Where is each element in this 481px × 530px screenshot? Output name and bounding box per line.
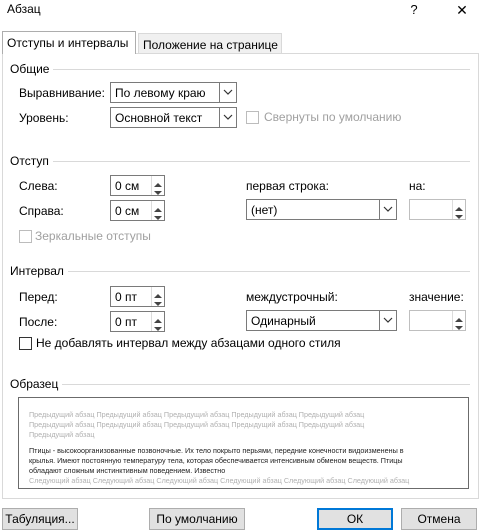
spacing-after-spinner[interactable]: 0 пт [110,311,165,332]
indent-right-value: 0 см [115,204,140,218]
level-select[interactable]: Основной текст [110,107,237,128]
first-line-select[interactable]: (нет) [246,199,397,220]
preview-sample-line: крылья. Имеют постоянную температуру тел… [29,456,403,465]
spin-down-icon[interactable] [453,320,465,330]
preview-next-line: Следующий абзац Следующий абзац Следующи… [29,476,410,485]
preview-box: Предыдущий абзац Предыдущий абзац Предыд… [18,397,469,489]
spin-down-icon[interactable] [152,296,164,306]
indent-right-label: Справа: [19,204,64,218]
set-default-button[interactable]: По умолчанию [149,508,245,530]
indent-left-label: Слева: [19,179,58,193]
preview-sample-line: обладают сложным инстинктивным поведение… [29,466,226,475]
spin-up-icon[interactable] [152,201,164,212]
spin-up-icon[interactable] [453,311,465,322]
preview-previous-line: Предыдущий абзац [29,430,95,439]
level-value: Основной текст [115,111,203,125]
chevron-down-icon [219,108,236,127]
preview-divider [62,384,470,385]
window-title: Абзац [7,2,41,16]
spin-down-icon[interactable] [152,321,164,331]
alignment-label: Выравнивание: [19,86,105,100]
tab-indents-spacing[interactable]: Отступы и интервалы [2,31,136,54]
chevron-down-icon [379,311,396,330]
general-divider [50,69,470,70]
spacing-divider [62,271,470,272]
general-group-label: Общие [10,62,54,76]
spacing-after-label: После: [19,315,58,329]
spacing-at-label: значение: [409,290,464,304]
indent-right-spinner[interactable]: 0 см [110,200,165,221]
ok-button[interactable]: ОК [317,508,393,530]
spacing-at-spinner[interactable] [409,310,466,331]
indent-left-spinner[interactable]: 0 см [110,175,165,196]
spin-up-icon[interactable] [152,176,164,187]
spacing-group-label: Интервал [10,264,68,278]
chevron-down-icon [379,200,396,219]
spin-up-icon[interactable] [152,287,164,298]
level-label: Уровень: [19,111,69,125]
line-spacing-label: междустрочный: [246,290,338,304]
collapsed-checkbox[interactable] [246,111,259,124]
first-line-label: первая строка: [246,179,329,193]
spacing-after-value: 0 пт [115,315,138,329]
mirror-indents-checkbox[interactable] [19,230,32,243]
dont-add-space-checkbox[interactable] [19,337,32,350]
dont-add-space-label: Не добавлять интервал между абзацами одн… [36,336,341,350]
help-icon[interactable]: ? [404,0,424,20]
spacing-before-value: 0 пт [115,290,138,304]
tabs-button[interactable]: Табуляция... [2,508,78,530]
spacing-before-spinner[interactable]: 0 пт [110,286,165,307]
indent-group-label: Отступ [10,154,53,168]
indent-divider [50,161,470,162]
indent-left-value: 0 см [115,179,140,193]
spin-down-icon[interactable] [152,210,164,220]
line-spacing-value: Одинарный [251,314,316,328]
tab-line-page-breaks[interactable]: Положение на странице [138,33,282,54]
spin-up-icon[interactable] [453,200,465,211]
spin-up-icon[interactable] [152,312,164,323]
first-line-value: (нет) [251,203,278,217]
preview-group-label: Образец [10,377,63,391]
alignment-value: По левому краю [115,86,206,100]
line-spacing-select[interactable]: Одинарный [246,310,397,331]
mirror-indents-label: Зеркальные отступы [35,229,151,243]
chevron-down-icon [219,83,236,102]
alignment-select[interactable]: По левому краю [110,82,237,103]
spin-down-icon[interactable] [152,185,164,195]
collapsed-label: Свернуты по умолчанию [264,110,402,124]
title-bar: Абзац ? ✕ [0,0,481,30]
cancel-button[interactable]: Отмена [401,508,477,530]
spacing-before-label: Перед: [19,290,58,304]
close-icon[interactable]: ✕ [450,0,474,20]
indent-by-label: на: [409,179,426,193]
spin-down-icon[interactable] [453,209,465,219]
indent-by-spinner[interactable] [409,199,466,220]
preview-previous-line: Предыдущий абзац Предыдущий абзац Предыд… [29,420,365,429]
preview-previous-line: Предыдущий абзац Предыдущий абзац Предыд… [29,410,365,419]
preview-sample-line: Птицы - высокоорганизованные позвоночные… [29,446,404,455]
